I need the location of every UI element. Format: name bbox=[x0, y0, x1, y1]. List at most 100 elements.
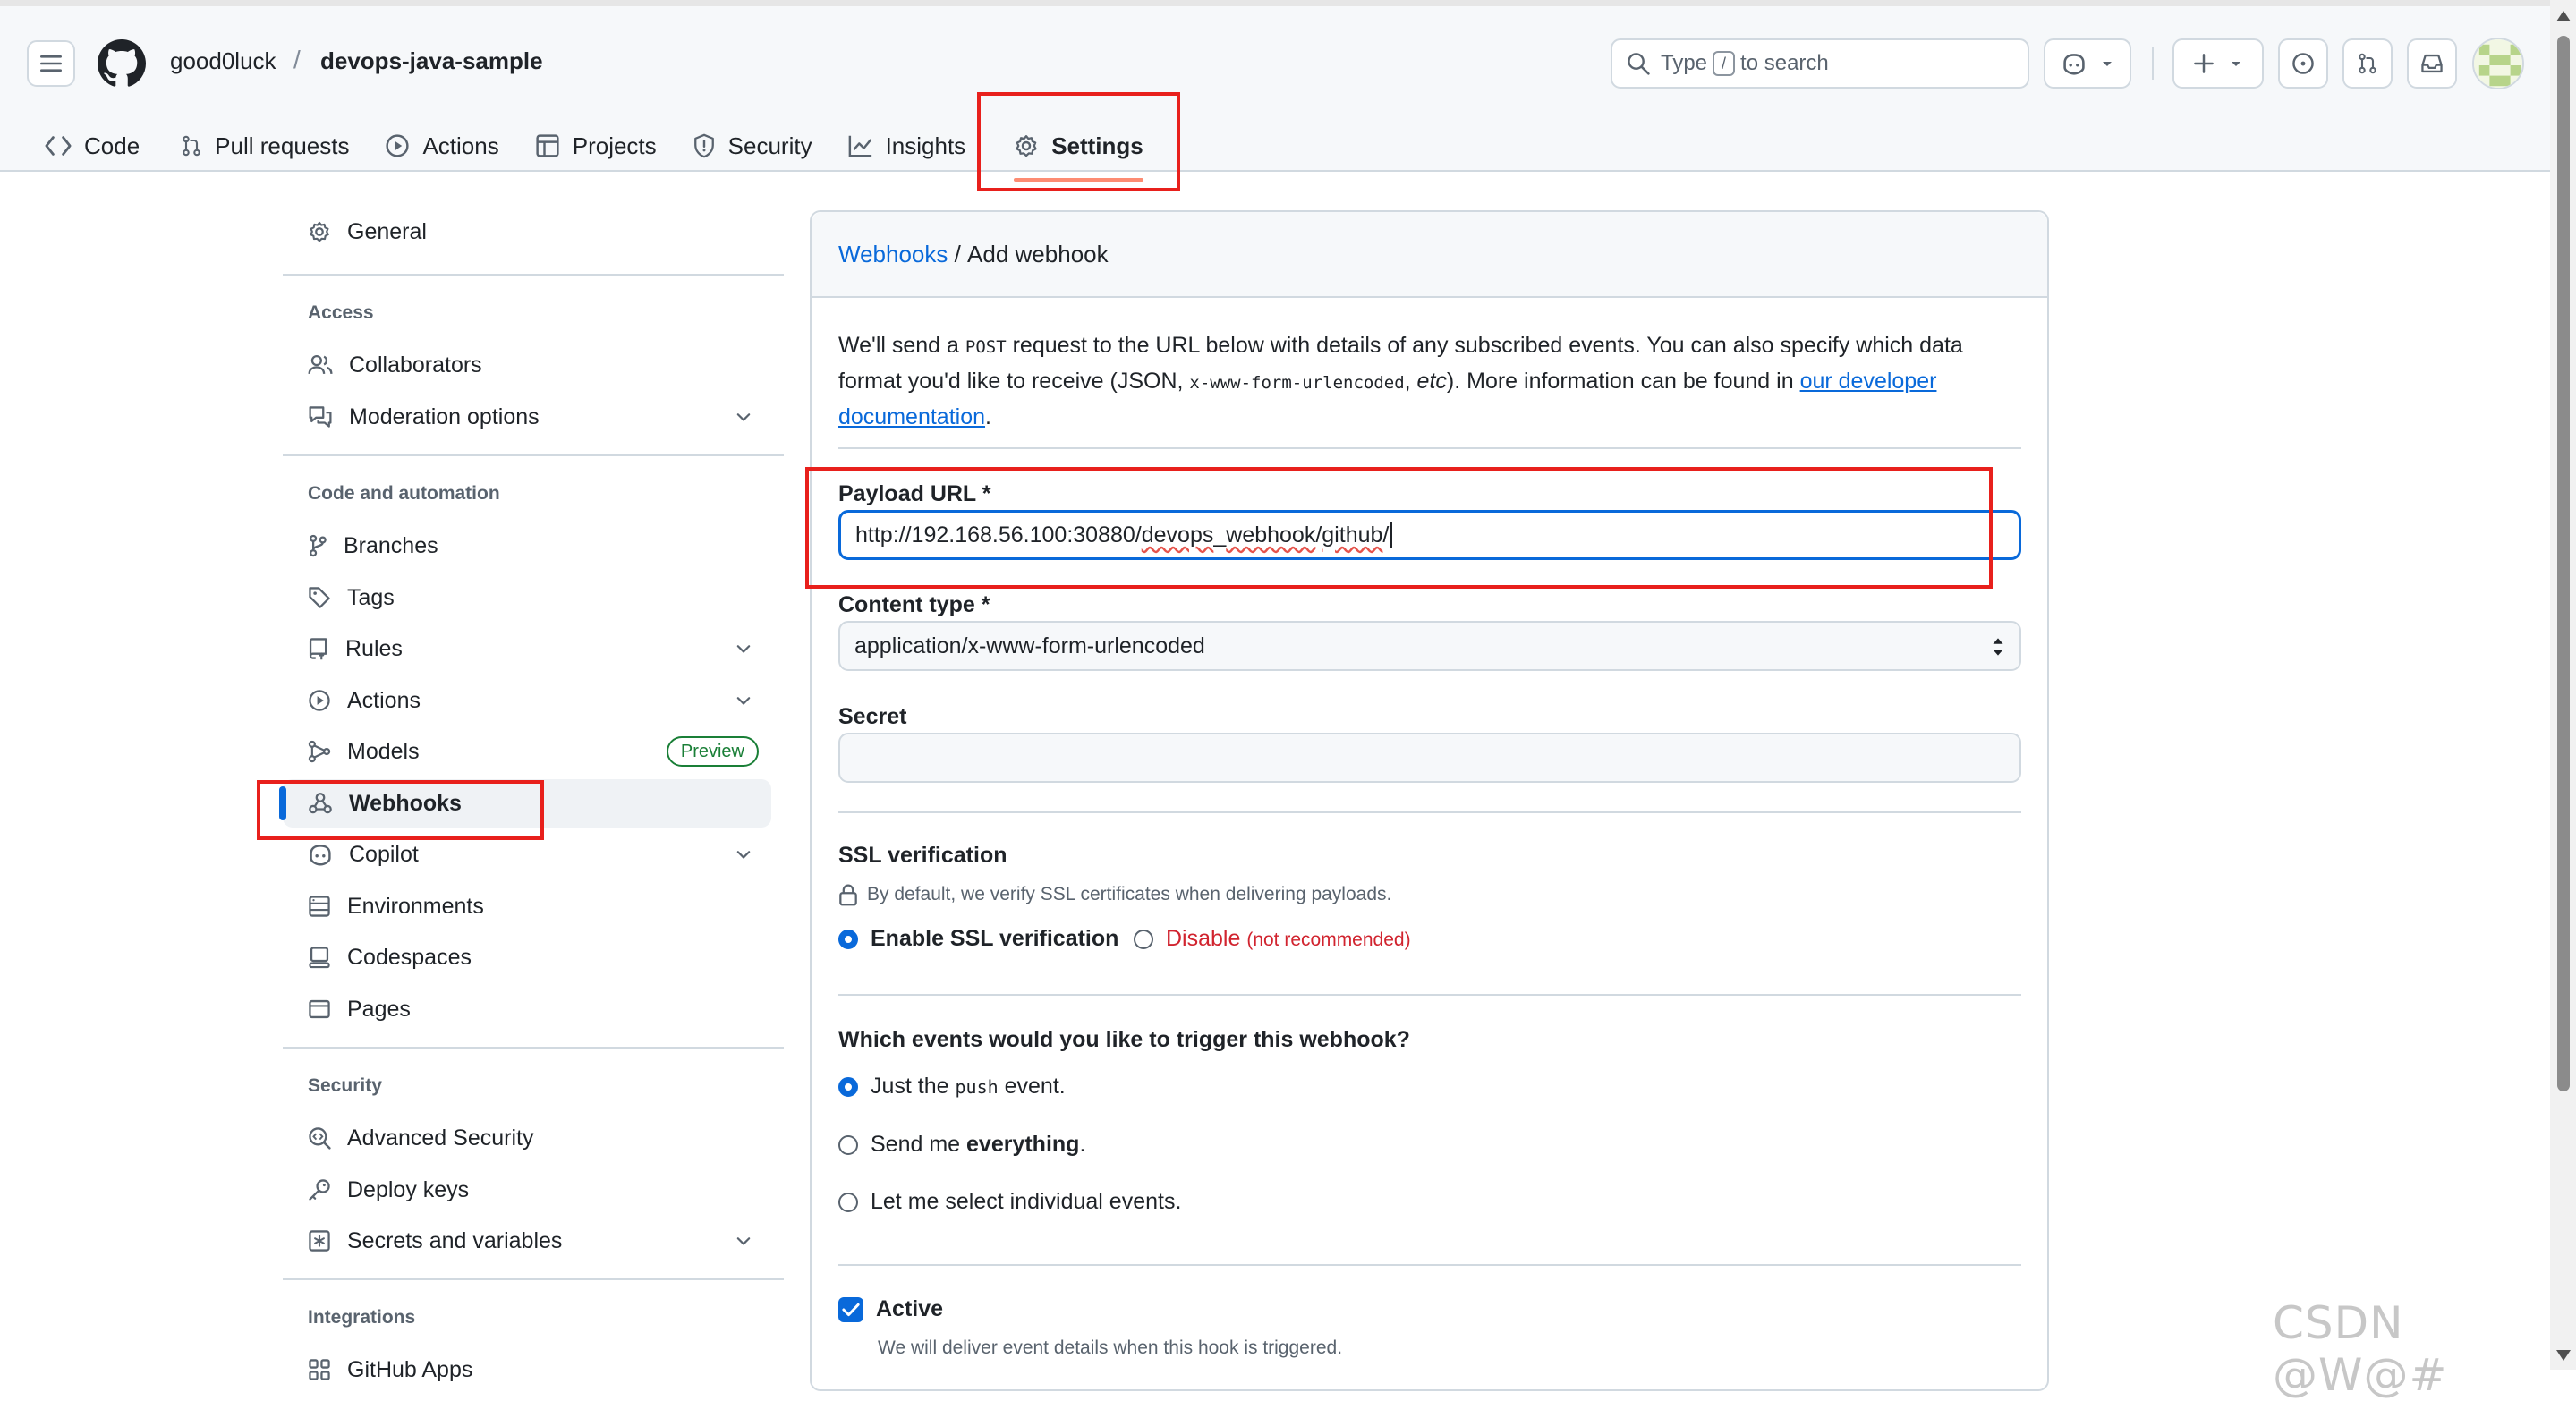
shield-icon bbox=[693, 133, 714, 158]
codespaces-icon bbox=[309, 947, 330, 969]
chevron-down-icon bbox=[736, 645, 751, 653]
tab-actions[interactable]: Actions bbox=[367, 121, 516, 171]
sidebar-item-moderation-options[interactable]: Moderation options bbox=[283, 393, 771, 441]
sidebar-divider bbox=[283, 454, 784, 456]
event-select-option[interactable]: Let me select individual events. bbox=[838, 1189, 1181, 1215]
breadcrumb-owner-link[interactable]: good0luck bbox=[170, 47, 276, 75]
header-divider bbox=[2152, 47, 2154, 80]
sidebar-item-environments[interactable]: Environments bbox=[283, 882, 771, 930]
pull-requests-button[interactable] bbox=[2342, 38, 2393, 89]
sidebar-item-secrets-variables[interactable]: Secrets and variables bbox=[283, 1217, 771, 1265]
sidebar-item-label: Pages bbox=[347, 996, 411, 1022]
lock-icon bbox=[839, 884, 857, 906]
scrollbar-thumb[interactable] bbox=[2557, 36, 2570, 1091]
ssl-verification-label: SSL verification bbox=[838, 843, 1007, 868]
sidebar-item-advanced-security[interactable]: Advanced Security bbox=[283, 1114, 771, 1162]
sidebar-heading-code-automation: Code and automation bbox=[308, 483, 500, 504]
event-everything-label: Send me everything. bbox=[871, 1132, 1085, 1158]
search-shortcut-key: / bbox=[1713, 51, 1736, 76]
sidebar-item-general[interactable]: General bbox=[283, 208, 771, 256]
intro-text-part: , bbox=[1404, 369, 1417, 394]
tag-icon bbox=[309, 587, 330, 608]
ssl-enable-radio[interactable] bbox=[838, 929, 858, 949]
app-header: good0luck / devops-java-sample Type / to… bbox=[0, 0, 2550, 182]
active-label: Active bbox=[876, 1296, 944, 1321]
github-logo-icon[interactable] bbox=[98, 39, 146, 88]
watermark: CSDN @W@# bbox=[2273, 1297, 2448, 1401]
tab-security[interactable]: Security bbox=[675, 121, 830, 171]
sidebar-item-collaborators[interactable]: Collaborators bbox=[283, 341, 771, 389]
tab-code[interactable]: Code bbox=[27, 121, 157, 171]
event-push-text: Just the bbox=[871, 1074, 956, 1099]
menu-button[interactable] bbox=[27, 40, 75, 87]
tab-security-label: Security bbox=[727, 132, 812, 159]
intro-text: We'll send a POST request to the URL bel… bbox=[838, 328, 2021, 434]
sidebar-item-branches[interactable]: Branches bbox=[283, 522, 771, 570]
tab-insights[interactable]: Insights bbox=[830, 121, 984, 171]
sidebar-item-label: GitHub Apps bbox=[347, 1356, 473, 1382]
event-push-radio[interactable] bbox=[838, 1076, 858, 1097]
git-branch-icon bbox=[310, 534, 327, 557]
ssl-enable-option[interactable]: Enable SSL verification bbox=[838, 926, 1118, 952]
sidebar-item-rules[interactable]: Rules bbox=[283, 624, 771, 673]
event-select-radio[interactable] bbox=[838, 1192, 858, 1212]
search-icon bbox=[1628, 53, 1650, 75]
ssl-enable-label: Enable SSL verification bbox=[871, 926, 1119, 951]
tab-projects[interactable]: Projects bbox=[517, 121, 675, 171]
breadcrumb-webhooks-link[interactable]: Webhooks bbox=[838, 241, 948, 268]
sidebar-item-tags[interactable]: Tags bbox=[283, 573, 771, 622]
scroll-up-arrow-icon[interactable] bbox=[2556, 11, 2571, 21]
intro-text-part: ). More information can be found in bbox=[1446, 369, 1800, 394]
sidebar-heading-security: Security bbox=[308, 1075, 382, 1096]
search-input[interactable]: Type / to search bbox=[1611, 38, 2029, 89]
preview-badge: Preview bbox=[666, 736, 759, 767]
sidebar-item-deploy-keys[interactable]: Deploy keys bbox=[283, 1166, 771, 1214]
sidebar-item-pages[interactable]: Pages bbox=[283, 985, 771, 1033]
page-scrollbar[interactable] bbox=[2550, 0, 2576, 1370]
issues-button[interactable] bbox=[2278, 38, 2328, 89]
event-everything-radio[interactable] bbox=[838, 1134, 858, 1155]
hamburger-icon bbox=[40, 55, 62, 72]
sidebar-item-models[interactable]: Models Preview bbox=[283, 727, 771, 776]
create-new-button[interactable] bbox=[2172, 38, 2264, 89]
ssl-disable-text: Disable bbox=[1166, 926, 1241, 951]
secret-input[interactable] bbox=[838, 733, 2021, 783]
tab-pull-requests[interactable]: Pull requests bbox=[163, 121, 367, 171]
active-checkbox[interactable] bbox=[838, 1296, 863, 1322]
breadcrumb-repo-link[interactable]: devops-java-sample bbox=[320, 47, 543, 75]
chevron-down-icon bbox=[2103, 62, 2112, 66]
browser-icon bbox=[309, 999, 330, 1019]
event-select-label: Let me select individual events. bbox=[871, 1189, 1182, 1214]
tab-insights-label: Insights bbox=[885, 132, 966, 159]
inbox-button[interactable] bbox=[2407, 38, 2457, 89]
ssl-disable-note: (not recommended) bbox=[1246, 930, 1411, 950]
chevron-down-icon bbox=[736, 697, 751, 705]
sidebar-item-label: Actions bbox=[347, 687, 421, 713]
sidebar-item-codespaces[interactable]: Codespaces bbox=[283, 933, 771, 981]
code-icon bbox=[45, 136, 72, 156]
annotation-payload-url-highlight bbox=[805, 467, 1993, 589]
chevron-down-icon bbox=[736, 851, 751, 859]
pull-request-icon bbox=[2359, 53, 2376, 74]
sidebar-item-github-apps[interactable]: GitHub Apps bbox=[283, 1346, 771, 1394]
copilot-button[interactable] bbox=[2044, 38, 2131, 89]
sidebar-item-label: Advanced Security bbox=[347, 1125, 534, 1151]
intro-post-code: POST bbox=[965, 337, 1007, 357]
intro-form-code: x-www-form-urlencoded bbox=[1189, 373, 1405, 393]
ssl-disable-radio[interactable] bbox=[1134, 929, 1153, 949]
event-push-option[interactable]: Just the push event. bbox=[838, 1074, 1066, 1100]
apps-icon bbox=[309, 1359, 330, 1380]
check-icon bbox=[842, 1303, 860, 1316]
copilot-icon bbox=[2063, 54, 2085, 75]
events-label: Which events would you like to trigger t… bbox=[838, 1027, 1410, 1052]
content-type-select[interactable]: application/x-www-form-urlencoded bbox=[838, 621, 2021, 671]
event-push-label: Just the push event. bbox=[871, 1074, 1066, 1100]
active-option[interactable]: Active bbox=[838, 1296, 943, 1322]
sidebar-item-actions[interactable]: Actions bbox=[283, 676, 771, 725]
sidebar-item-label: Deploy keys bbox=[347, 1176, 470, 1202]
user-avatar[interactable] bbox=[2472, 38, 2524, 89]
event-everything-option[interactable]: Send me everything. bbox=[838, 1132, 1085, 1158]
sidebar-divider bbox=[283, 1047, 784, 1049]
ssl-disable-option[interactable]: Disable (not recommended) bbox=[1134, 926, 1411, 952]
intro-etc: etc bbox=[1416, 369, 1447, 394]
